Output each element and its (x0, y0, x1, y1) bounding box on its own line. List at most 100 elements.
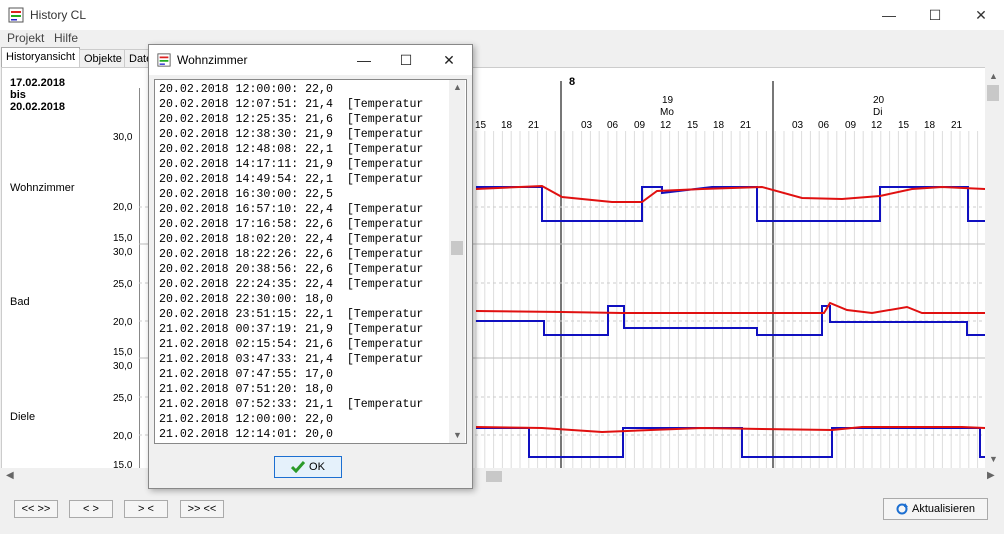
date-to: 20.02.2018 (10, 101, 66, 113)
hour-label: 12 (660, 120, 672, 131)
nav-zoom-out-both-button[interactable]: << >> (14, 500, 58, 518)
maximize-button[interactable]: ☐ (912, 0, 958, 30)
refresh-icon (896, 503, 908, 515)
scroll-up-icon[interactable]: ▲ (989, 71, 998, 81)
value-line: 21.02.2018 03:47:33: 21,4 [Temperatur (159, 353, 424, 366)
value-line: 20.02.2018 12:00:00: 22,0 (159, 83, 333, 96)
value-line: 21.02.2018 07:52:33: 21,1 [Temperatur (159, 398, 424, 411)
wohnzimmer-dialog: Wohnzimmer — ☐ ✕ 20.02.2018 12:00:00: 22… (148, 44, 473, 489)
refresh-label: Aktualisieren (912, 503, 975, 515)
hour-label: 06 (607, 120, 619, 131)
hscroll-thumb[interactable] (486, 471, 502, 482)
dialog-vertical-scrollbar[interactable]: ▲ ▼ (449, 80, 465, 443)
row-label-bad: Bad (10, 296, 30, 308)
hour-label: 18 (501, 120, 513, 131)
menu-hilfe[interactable]: Hilfe (54, 31, 78, 45)
nav-zoom-out-button[interactable]: < > (69, 500, 113, 518)
ytick: 25,0 (113, 279, 133, 290)
day-marker: 20 (873, 95, 885, 106)
tab-objekte[interactable]: Objekte (79, 49, 127, 68)
hour-label: 15 (898, 120, 910, 131)
scroll-left-icon[interactable]: ◀ (6, 470, 14, 481)
hour-label: 06 (818, 120, 830, 131)
ok-button[interactable]: OK (274, 456, 342, 478)
value-line: 20.02.2018 20:38:56: 22,6 [Temperatur (159, 263, 424, 276)
day-marker: 19 (662, 95, 674, 106)
ytick: 30,0 (113, 247, 133, 258)
day-marker-weekday: Mo (660, 107, 674, 118)
hour-label: 15 (475, 120, 487, 131)
ytick: 25,0 (113, 393, 133, 404)
value-line: 20.02.2018 12:25:35: 21,6 [Temperatur (159, 113, 424, 126)
scroll-up-icon[interactable]: ▲ (453, 82, 462, 92)
dialog-close-button[interactable]: ✕ (429, 45, 469, 75)
row-label-wohnzimmer: Wohnzimmer (10, 182, 75, 194)
dialog-title: Wohnzimmer (177, 53, 248, 67)
trace-wohnzimmer-actual (475, 184, 985, 203)
dialog-value-list[interactable]: 20.02.2018 12:00:00: 22,0 20.02.2018 12:0… (154, 79, 467, 444)
value-line: 20.02.2018 22:24:35: 22,4 [Temperatur (159, 278, 424, 291)
value-line: 20.02.2018 16:30:00: 22,5 (159, 188, 333, 201)
trace-diele-setpoint (476, 427, 985, 458)
hour-label: 03 (581, 120, 593, 131)
ytick: 20,0 (113, 431, 133, 442)
ytick: 15,0 (113, 233, 133, 244)
trace-bad-actual (475, 301, 985, 315)
row-label-diele: Diele (10, 411, 36, 423)
scroll-right-icon[interactable]: ▶ (987, 470, 995, 481)
nav-zoom-in-button[interactable]: > < (124, 500, 168, 518)
nav-zoom-in-both-button[interactable]: >> << (180, 500, 224, 518)
dialog-maximize-button[interactable]: ☐ (386, 45, 426, 75)
date-range: 17.02.2018 bis 20.02.2018 (10, 77, 65, 113)
ytick: 15,0 (113, 347, 133, 358)
value-line: 21.02.2018 12:14:01: 20,0 (159, 428, 333, 441)
scroll-down-icon[interactable]: ▼ (989, 454, 998, 464)
ytick: 20,0 (113, 202, 133, 213)
close-button[interactable]: ✕ (958, 0, 1004, 30)
vertical-scrollbar[interactable]: ▲ ▼ (985, 67, 1002, 468)
value-line: 20.02.2018 22:30:00: 18,0 (159, 293, 333, 306)
trace-diele-actual (475, 426, 985, 434)
hour-label: 15 (687, 120, 699, 131)
hour-label: 21 (528, 120, 540, 131)
value-line: 20.02.2018 12:38:30: 21,9 [Temperatur (159, 128, 424, 141)
minimize-button[interactable]: — (866, 0, 912, 30)
tab-historyansicht[interactable]: Historyansicht (1, 47, 81, 68)
title-bar: History CL — ☐ ✕ (0, 0, 1004, 30)
hour-label: 03 (792, 120, 804, 131)
hour-label: 21 (951, 120, 963, 131)
menu-projekt[interactable]: Projekt (7, 31, 44, 45)
day-marker: 8 (569, 76, 576, 88)
hour-label: 18 (924, 120, 936, 131)
date-from: 17.02.2018 (10, 77, 66, 89)
scroll-thumb[interactable] (987, 85, 999, 101)
value-line: 21.02.2018 07:47:55: 17,0 (159, 368, 333, 381)
ytick: 20,0 (113, 317, 133, 328)
hour-label: 21 (740, 120, 752, 131)
value-line: 20.02.2018 18:02:20: 22,4 [Temperatur (159, 233, 424, 246)
value-line: 20.02.2018 23:51:15: 22,1 [Temperatur (159, 308, 424, 321)
hour-label: 09 (634, 120, 646, 131)
ok-label: OK (309, 461, 325, 473)
day-marker-weekday: Di (873, 107, 883, 118)
value-line: 20.02.2018 16:57:10: 22,4 [Temperatur (159, 203, 424, 216)
value-line: 21.02.2018 00:37:19: 21,9 [Temperatur (159, 323, 424, 336)
value-line: 20.02.2018 17:16:58: 22,6 [Temperatur (159, 218, 424, 231)
value-line: 21.02.2018 02:15:54: 21,6 [Temperatur (159, 338, 424, 351)
date-bis: bis (10, 89, 26, 101)
scroll-down-icon[interactable]: ▼ (453, 430, 462, 440)
dialog-minimize-button[interactable]: — (344, 45, 384, 75)
value-line: 21.02.2018 12:00:00: 22,0 (159, 413, 333, 426)
dialog-scroll-thumb[interactable] (451, 241, 463, 255)
refresh-button[interactable]: Aktualisieren (883, 498, 988, 520)
hour-label: 18 (713, 120, 725, 131)
hour-label: 12 (871, 120, 883, 131)
value-line: 20.02.2018 12:48:08: 22,1 [Temperatur (159, 143, 424, 156)
app-icon (8, 7, 24, 23)
value-line: 20.02.2018 12:07:51: 21,4 [Temperatur (159, 98, 424, 111)
ytick: 30,0 (113, 361, 133, 372)
ytick: 30,0 (113, 132, 133, 143)
app-title: History CL (30, 8, 87, 22)
dialog-app-icon (157, 53, 171, 67)
dialog-title-bar: Wohnzimmer — ☐ ✕ (149, 45, 472, 75)
